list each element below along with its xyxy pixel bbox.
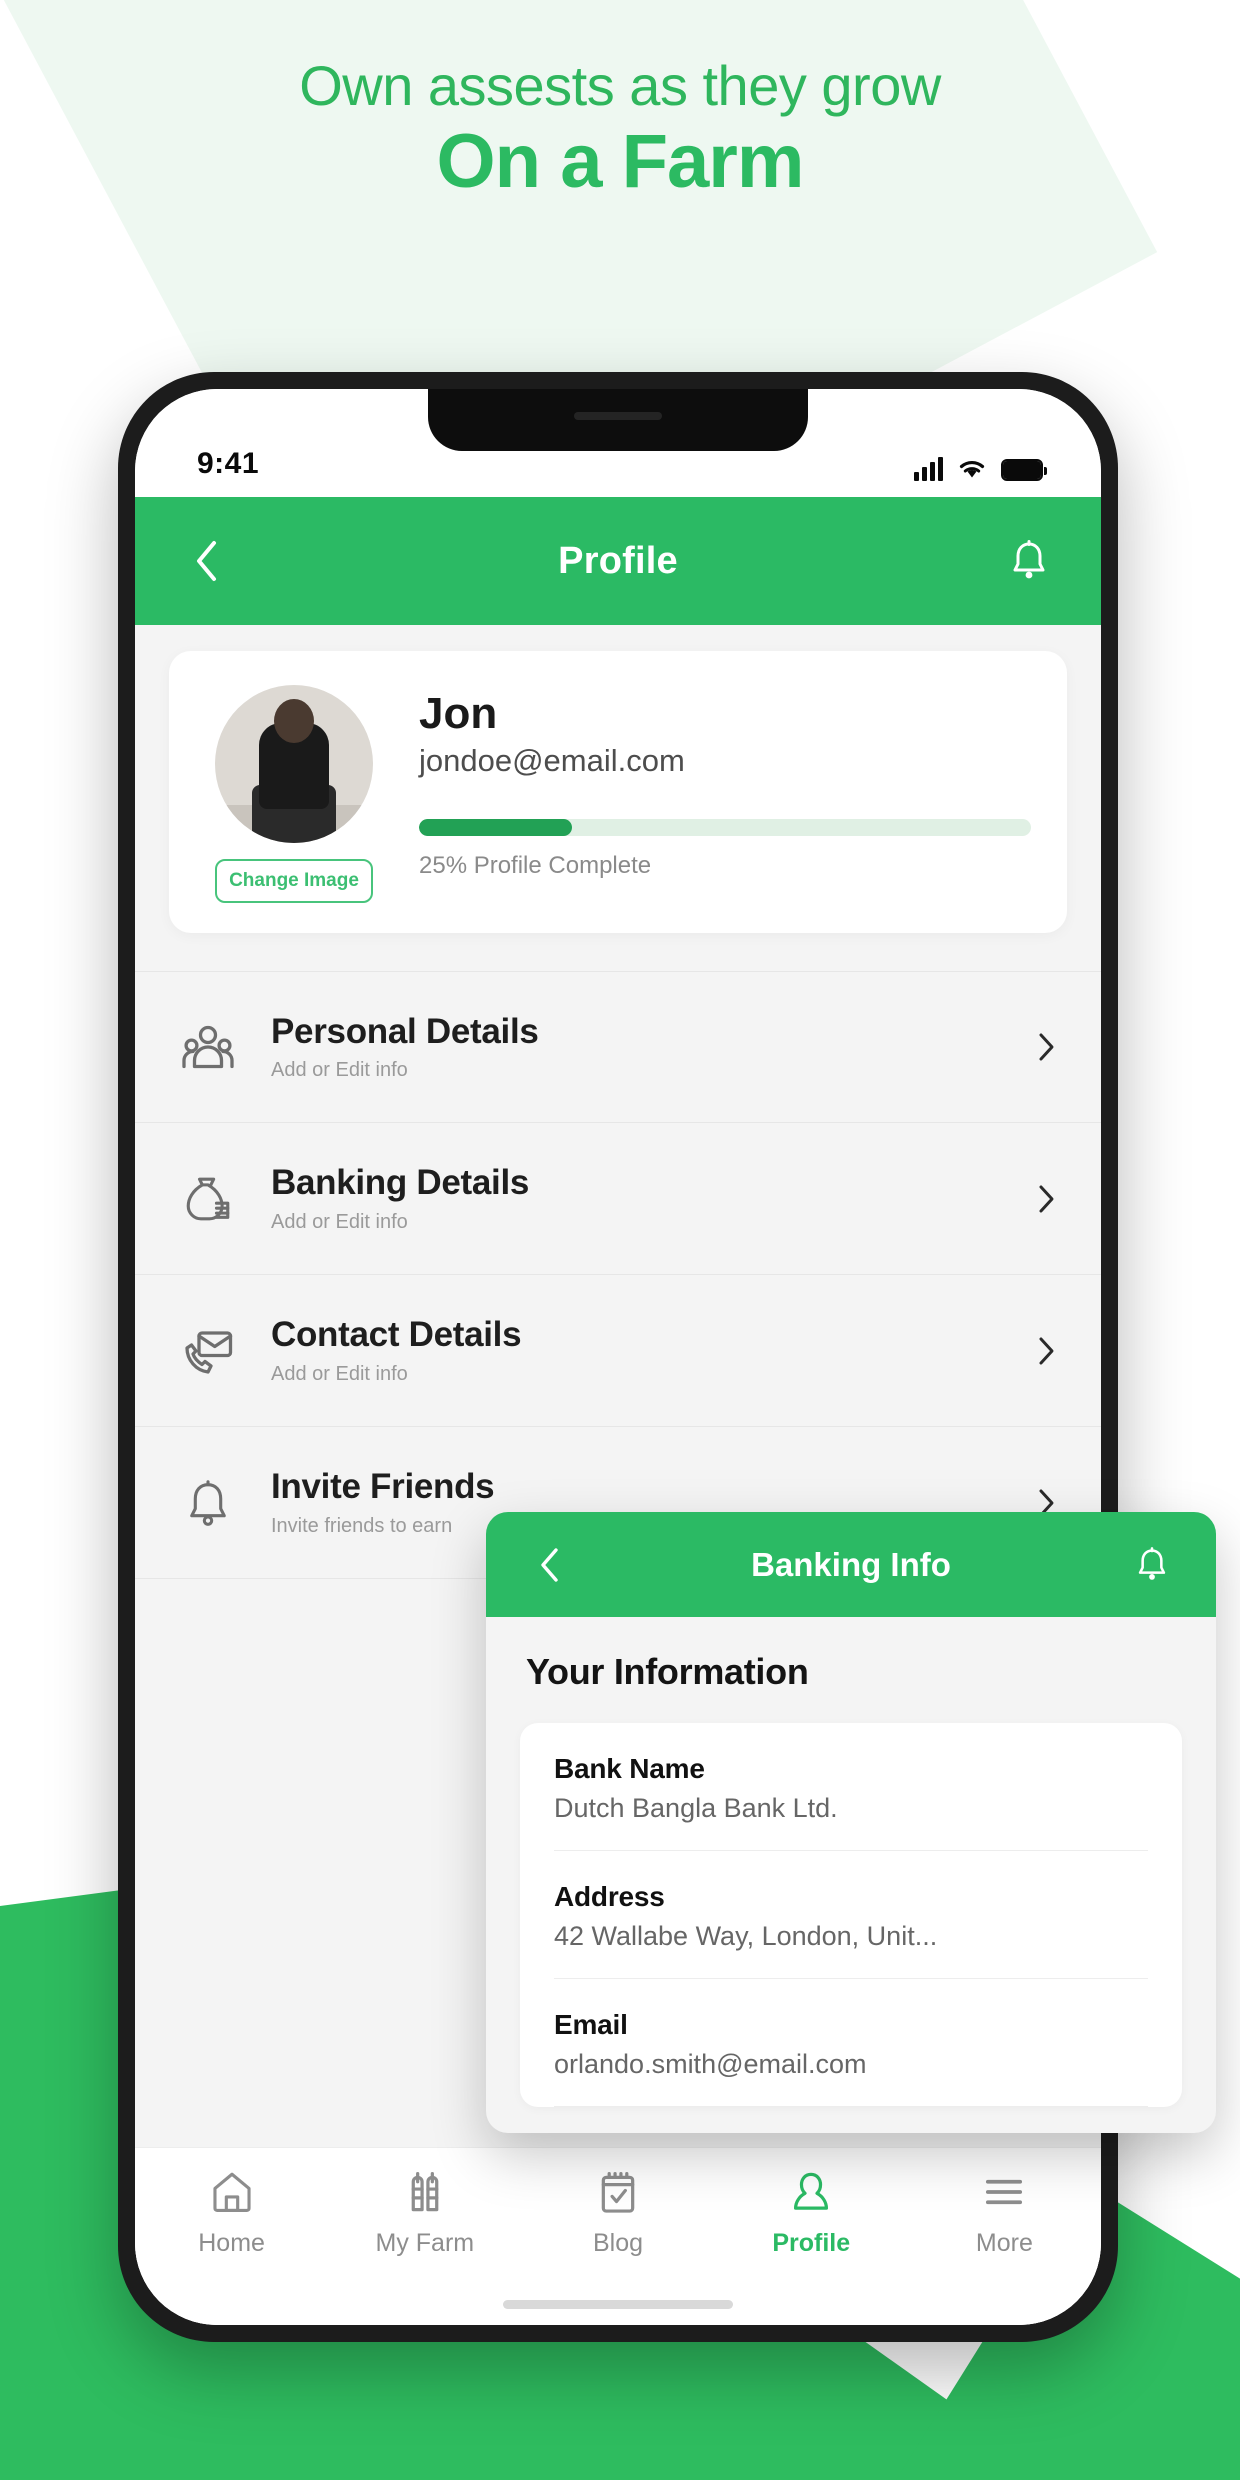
tab-profile[interactable]: Profile [715, 2170, 908, 2258]
menu-row-subtitle: Add or Edit info [271, 1210, 408, 1233]
bell-icon [175, 1479, 241, 1527]
banking-fields-panel: Bank Name Dutch Bangla Bank Ltd. Address 42… [520, 1723, 1182, 2107]
tab-label: Blog [592, 2229, 644, 2257]
tab-label: My Farm [375, 2229, 475, 2257]
menu-row-personal-details[interactable]: Personal Details Add or Edit info [135, 971, 1101, 1123]
avatar [215, 685, 373, 843]
tab-my-farm[interactable]: My Farm [328, 2170, 521, 2258]
profile-email: jondoe@email.com [419, 743, 685, 779]
cellular-signal-icon [914, 457, 943, 481]
banking-field-value: orlando.smith@email.com [554, 2049, 867, 2079]
banking-field-label: Bank Name [554, 1753, 705, 1784]
avatar-head [274, 699, 314, 743]
app-header: Profile [135, 497, 1101, 625]
person-icon [789, 2170, 833, 2219]
banking-field-row: Bank Name Dutch Bangla Bank Ltd. [554, 1723, 1148, 1851]
tab-blog[interactable]: Blog [521, 2170, 714, 2258]
menu-row-subtitle: Add or Edit info [271, 1362, 408, 1385]
crops-icon [403, 2170, 447, 2219]
menu-row-text: Banking Details Add or Edit info [271, 1163, 1005, 1233]
banking-info-header: Banking Info [486, 1512, 1216, 1617]
hamburger-menu-icon [982, 2170, 1026, 2219]
envelope-phone-icon [175, 1327, 241, 1375]
banking-info-title: Banking Info [751, 1545, 951, 1583]
profile-name: Jon [419, 689, 498, 738]
profile-info: Jon jondoe@email.com 25% Profile Complet… [419, 685, 1031, 903]
banking-back-button[interactable] [522, 1537, 578, 1593]
status-bar-time: 9:41 [197, 447, 260, 480]
clipboard-check-icon [596, 2170, 640, 2219]
menu-row-text: Contact Details Add or Edit info [271, 1315, 1005, 1385]
profile-progress-fill [419, 819, 572, 837]
tab-label: Home [198, 2229, 265, 2257]
notifications-button[interactable] [1001, 533, 1057, 589]
back-button[interactable] [179, 533, 235, 589]
bell-icon [1138, 1546, 1166, 1580]
menu-row-subtitle: Add or Edit info [271, 1059, 408, 1082]
banking-field-row: Email orlando.smith@email.com [554, 1979, 1148, 2107]
chevron-right-icon [1035, 1029, 1057, 1065]
avatar-column: Change Image [205, 685, 383, 903]
profile-menu-list: Personal Details Add or Edit info Banking … [135, 971, 1101, 1579]
profile-card: Change Image Jon jondoe@email.com 25% Pr… [169, 651, 1067, 933]
headline-line-1: Own assests as they grow [299, 54, 941, 117]
menu-row-title: Contact Details [271, 1315, 522, 1355]
banking-field-row: Address 42 Wallabe Way, London, Unit... [554, 1851, 1148, 1979]
menu-row-title: Invite Friends [271, 1467, 495, 1507]
change-image-button[interactable]: Change Image [215, 859, 373, 903]
banking-field-label: Email [554, 2009, 628, 2040]
people-group-icon [175, 1023, 241, 1071]
banking-field-value: 42 Wallabe Way, London, Unit... [554, 1921, 938, 1951]
phone-notch [428, 389, 808, 451]
battery-icon [1001, 459, 1047, 481]
home-icon [210, 2170, 254, 2219]
your-information-title: Your Information [526, 1651, 809, 1692]
wifi-icon [959, 461, 985, 478]
promo-headline: Own assests as they grow On a Farm [0, 54, 1240, 204]
banking-field-value: Dutch Bangla Bank Ltd. [554, 1793, 838, 1823]
chevron-right-icon [1035, 1333, 1057, 1369]
back-chevron-icon [197, 541, 216, 581]
tab-more[interactable]: More [908, 2170, 1101, 2258]
profile-progress-bar [419, 819, 1031, 837]
tab-home[interactable]: Home [135, 2170, 328, 2258]
menu-row-title: Banking Details [271, 1163, 530, 1203]
status-bar-icons [914, 457, 1047, 481]
back-chevron-icon [541, 1547, 558, 1582]
tab-label: More [975, 2229, 1033, 2257]
bell-icon [1013, 540, 1045, 579]
banking-field-label: Address [554, 1881, 665, 1912]
chevron-right-icon [1035, 1181, 1057, 1217]
banking-info-overlay: Banking Info Your Information Bank Name D… [486, 1512, 1216, 2133]
money-bag-icon [175, 1175, 241, 1223]
headline-line-2: On a Farm [436, 118, 805, 204]
menu-row-banking-details[interactable]: Banking Details Add or Edit info [135, 1123, 1101, 1275]
promo-screenshot: Own assests as they grow On a Farm 9:41 [0, 0, 1240, 2480]
home-indicator [503, 2300, 733, 2309]
menu-row-text: Personal Details Add or Edit info [271, 1012, 1005, 1082]
menu-row-title: Personal Details [271, 1011, 539, 1051]
tab-label: Profile [772, 2229, 851, 2257]
bottom-tab-bar: Home My Farm Blog Profile More [135, 2147, 1101, 2325]
profile-progress-label: 25% Profile Complete [419, 852, 652, 880]
menu-row-contact-details[interactable]: Contact Details Add or Edit info [135, 1275, 1101, 1427]
page-title: Profile [558, 539, 678, 582]
banking-notifications-button[interactable] [1124, 1537, 1180, 1593]
notch-speaker [574, 412, 662, 420]
